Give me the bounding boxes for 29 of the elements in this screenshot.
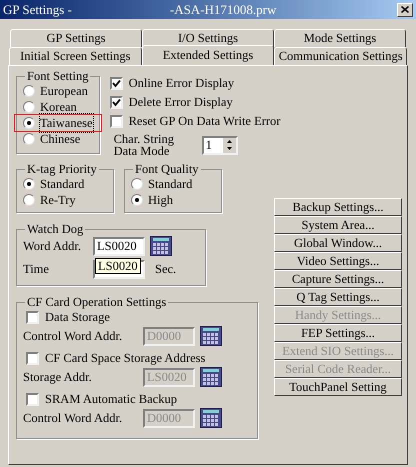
- file-name: -ASA-H171008.prw: [170, 0, 276, 19]
- group-title: K-tag Priority: [26, 163, 98, 176]
- field-label: Word Addr.: [23, 238, 82, 255]
- radio-label: Standard: [40, 176, 84, 193]
- checkbox-label: Delete Error Display: [128, 94, 233, 112]
- field-label: Time: [23, 261, 50, 278]
- group-title: CF Card Operation Settings: [26, 296, 168, 309]
- field-label: Storage Addr.: [23, 368, 93, 386]
- checkbox-label: SRAM Automatic Backup: [45, 391, 177, 408]
- radio-label: Chinese: [40, 130, 80, 148]
- group-title: Font Setting: [26, 70, 90, 83]
- tooltip: LS0020: [95, 258, 141, 274]
- radio-label: Re-Try: [40, 192, 76, 209]
- window-title: GP Settings -: [3, 0, 72, 19]
- field-label: Control Word Addr.: [23, 328, 124, 345]
- char-string-label: Char. String Data Mode: [114, 133, 175, 157]
- unit-label: Sec.: [155, 261, 176, 278]
- group-title: Font Quality: [134, 163, 200, 176]
- checkbox-label: Reset GP On Data Write Error: [128, 113, 280, 130]
- checkbox-label: CF Card Space Storage Address: [45, 350, 206, 368]
- radio-label: Standard: [148, 176, 192, 193]
- field-label: Control Word Addr.: [23, 410, 124, 427]
- radio-label: Taiwanese: [40, 114, 93, 132]
- radio-label: High: [148, 192, 173, 209]
- checkbox-label: Data Storage: [45, 309, 110, 326]
- radio-label: European: [40, 83, 88, 100]
- group-title: Watch Dog: [26, 223, 84, 236]
- checkbox-label: Online Error Display: [128, 75, 234, 92]
- radio-label: Korean: [40, 98, 77, 116]
